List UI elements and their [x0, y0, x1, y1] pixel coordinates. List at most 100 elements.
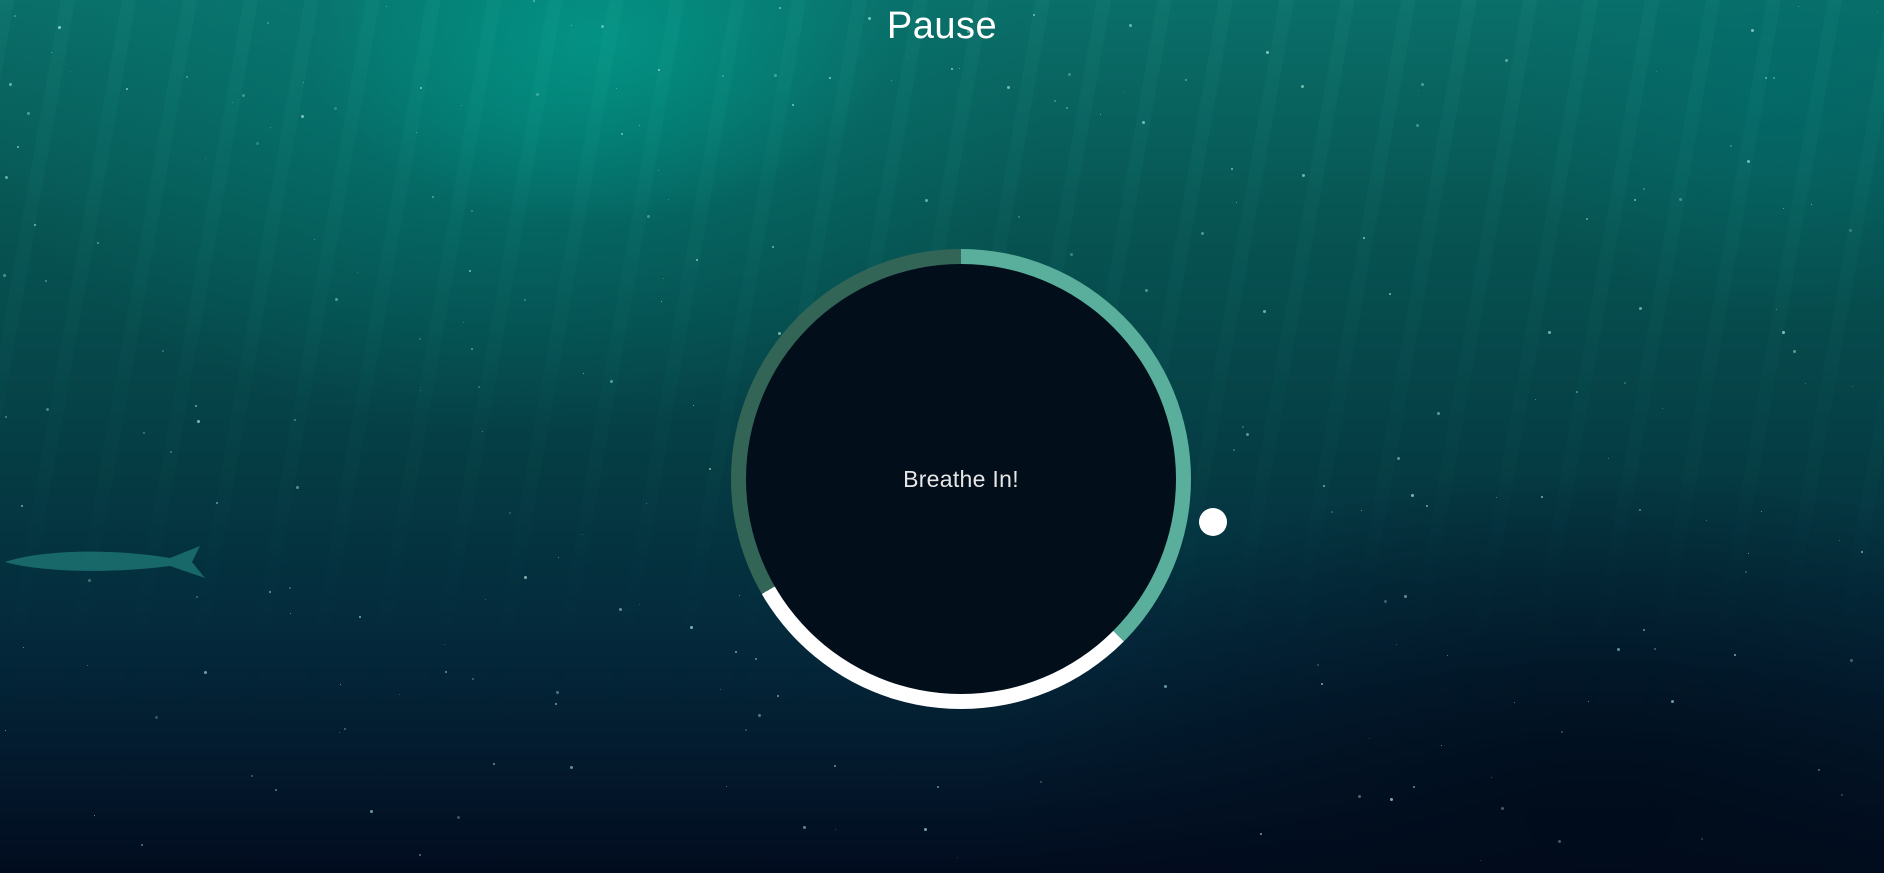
- particle: [87, 665, 88, 666]
- particle: [1242, 426, 1244, 428]
- particle: [639, 604, 640, 605]
- particle: [359, 616, 361, 618]
- particle: [774, 74, 777, 77]
- particle: [482, 431, 483, 432]
- particle: [1588, 701, 1589, 702]
- particle: [1421, 83, 1424, 86]
- particle: [471, 210, 473, 212]
- particle: [216, 502, 218, 504]
- particle: [419, 854, 421, 856]
- particle: [141, 844, 143, 846]
- particle: [1321, 683, 1323, 685]
- particle: [1390, 798, 1393, 801]
- particle: [1773, 77, 1775, 79]
- pause-button[interactable]: Pause: [0, 2, 1884, 50]
- particle: [1447, 655, 1448, 656]
- particle: [205, 158, 206, 159]
- particle: [242, 94, 245, 97]
- particle: [582, 534, 583, 535]
- particle: [792, 104, 794, 106]
- particle: [951, 68, 953, 70]
- particle: [1142, 121, 1145, 124]
- particle: [1617, 648, 1620, 651]
- particle: [485, 599, 486, 600]
- particle: [432, 196, 434, 198]
- particle: [1839, 540, 1840, 541]
- particle: [570, 766, 573, 769]
- particle: [1734, 654, 1736, 656]
- breathing-instruction: Breathe In!: [903, 465, 1019, 492]
- particle: [524, 299, 526, 301]
- particle: [155, 716, 158, 719]
- particle: [1643, 188, 1645, 190]
- particle: [1369, 738, 1370, 739]
- particle: [616, 88, 617, 89]
- particle: [720, 689, 721, 690]
- particle: [17, 146, 19, 148]
- particle: [23, 647, 24, 648]
- particle: [619, 608, 622, 611]
- particle: [419, 338, 421, 340]
- particle: [1624, 382, 1626, 384]
- particle: [1100, 114, 1101, 115]
- particle: [344, 728, 346, 730]
- particle: [925, 199, 928, 202]
- particle: [647, 215, 650, 218]
- particle: [46, 408, 49, 411]
- breathing-circle-inner: Breathe In!: [746, 264, 1176, 694]
- particle: [758, 714, 761, 717]
- particle: [1361, 510, 1362, 511]
- particle: [478, 386, 480, 388]
- particle: [1501, 807, 1504, 810]
- particle: [9, 83, 12, 86]
- particle: [1201, 232, 1204, 235]
- particle: [959, 68, 960, 69]
- particle: [335, 298, 338, 301]
- particle: [1396, 644, 1397, 645]
- particle: [289, 587, 291, 589]
- particle: [1397, 457, 1400, 460]
- particle: [334, 107, 337, 110]
- particle: [726, 786, 727, 787]
- particle: [1841, 794, 1843, 796]
- particle: [162, 350, 164, 352]
- particle: [1331, 511, 1333, 513]
- particle: [1185, 79, 1187, 81]
- particle: [1656, 71, 1657, 72]
- particle: [1416, 124, 1419, 127]
- particle: [34, 224, 36, 226]
- particle: [1793, 350, 1796, 353]
- particle: [1861, 551, 1863, 553]
- particle: [907, 57, 908, 58]
- particle: [1441, 745, 1442, 746]
- particle: [1701, 838, 1703, 840]
- particle: [301, 115, 304, 118]
- particle: [1426, 505, 1428, 507]
- particle: [1323, 485, 1325, 487]
- particle: [610, 380, 613, 383]
- particle: [1389, 293, 1391, 295]
- particle: [416, 132, 417, 133]
- particle: [1634, 199, 1636, 201]
- particle: [251, 775, 253, 777]
- particle: [1747, 160, 1750, 163]
- particle: [556, 691, 559, 694]
- particle: [621, 133, 623, 135]
- particle: [1301, 85, 1304, 88]
- particle: [772, 246, 774, 248]
- particle: [834, 765, 836, 767]
- particle: [196, 596, 198, 598]
- particle: [256, 142, 259, 145]
- particle: [658, 170, 659, 171]
- particle: [471, 348, 473, 350]
- particle: [1413, 786, 1415, 788]
- particle: [1302, 174, 1305, 177]
- particle: [51, 52, 52, 53]
- particle: [444, 644, 445, 645]
- progress-pointer-dot: [1199, 508, 1227, 536]
- particle: [493, 763, 495, 765]
- particle: [1639, 509, 1641, 511]
- particle: [891, 80, 892, 81]
- particle: [937, 786, 939, 788]
- particle: [1054, 100, 1056, 102]
